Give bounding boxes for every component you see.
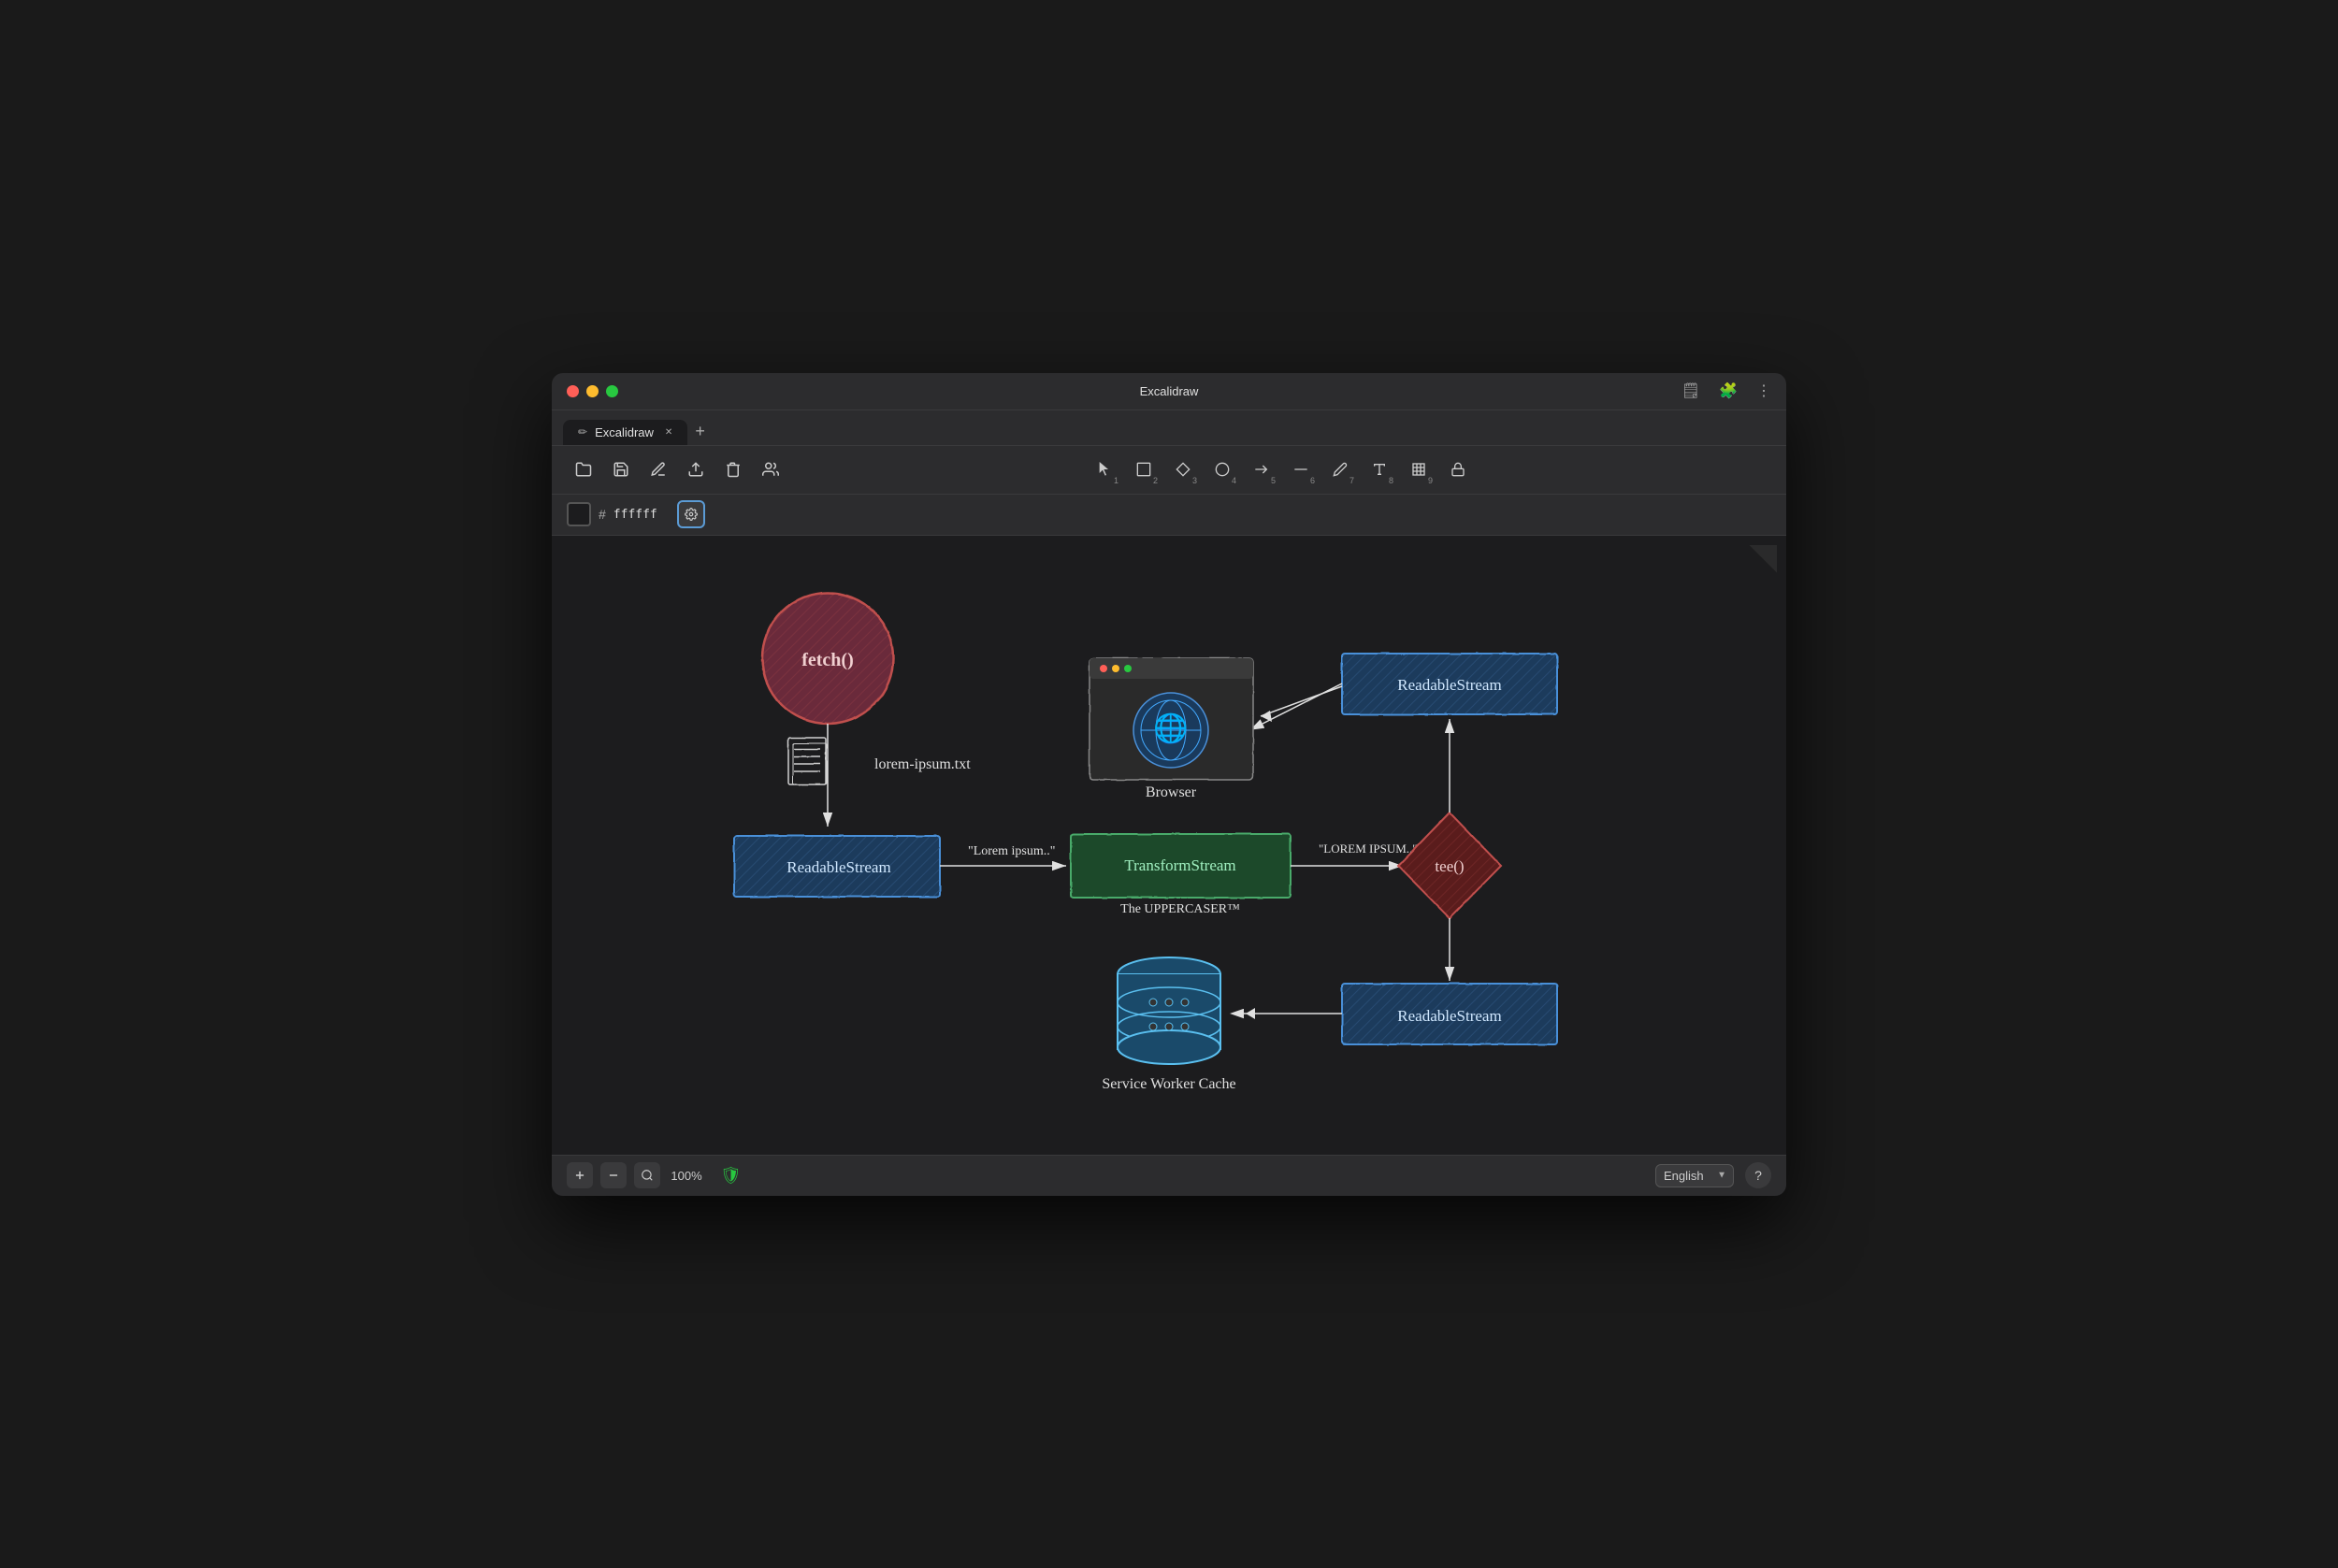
- zoom-out-button[interactable]: [600, 1162, 627, 1188]
- color-picker-row: # ffffff: [552, 495, 1786, 536]
- bottom-right-controls: English Deutsch Español Français 中文 ▼ ?: [1655, 1162, 1771, 1188]
- title-bar-actions: 🗒 🧩 ⋮: [1681, 381, 1771, 400]
- transform-label: TransformStream: [1124, 856, 1235, 874]
- language-selector-wrapper: English Deutsch Español Français 中文 ▼: [1655, 1164, 1734, 1187]
- help-button[interactable]: ?: [1745, 1162, 1771, 1188]
- line-tool[interactable]: 6: [1283, 452, 1319, 487]
- zoom-controls: 100% 🛡: [567, 1162, 742, 1188]
- color-hex-input[interactable]: ffffff: [613, 508, 670, 522]
- color-swatch[interactable]: [567, 502, 591, 526]
- tab-label: Excalidraw: [595, 425, 654, 439]
- hash-symbol: #: [599, 507, 606, 522]
- circle-tool[interactable]: 4: [1205, 452, 1240, 487]
- bottom-bar: 100% 🛡 English Deutsch Español Français …: [552, 1155, 1786, 1196]
- edit-button[interactable]: [642, 453, 675, 486]
- close-button[interactable]: [567, 385, 579, 397]
- more-options-icon[interactable]: ⋮: [1756, 381, 1771, 400]
- readable2-label: ReadableStream: [1397, 676, 1501, 694]
- active-tab[interactable]: ✏ Excalidraw ✕: [563, 420, 687, 445]
- diamond-tool[interactable]: 3: [1165, 452, 1201, 487]
- open-button[interactable]: [567, 453, 600, 486]
- rectangle-tool[interactable]: 2: [1126, 452, 1162, 487]
- collaborate-button[interactable]: [754, 453, 787, 486]
- lorem-caps-label: "LOREM IPSUM..": [1319, 842, 1418, 856]
- language-select[interactable]: English Deutsch Español Français 中文: [1655, 1164, 1734, 1187]
- zoom-fit-button[interactable]: [634, 1162, 660, 1188]
- uppercaser-label: The UPPERCASER™: [1120, 902, 1240, 916]
- cache-label: Service Worker Cache: [1102, 1076, 1235, 1092]
- canvas-area[interactable]: fetch() lorem-ipsum.txt ReadableStream "…: [552, 536, 1786, 1155]
- zoom-level-label: 100%: [668, 1169, 705, 1183]
- new-document-icon[interactable]: 🗒: [1681, 381, 1700, 400]
- delete-button[interactable]: [716, 453, 750, 486]
- svg-text:🌐: 🌐: [1153, 712, 1188, 744]
- save-button[interactable]: [604, 453, 638, 486]
- maximize-button[interactable]: [606, 385, 618, 397]
- browser-label: Browser: [1146, 784, 1197, 800]
- title-bar: Excalidraw 🗒 🧩 ⋮: [552, 373, 1786, 410]
- window-title: Excalidraw: [1140, 384, 1199, 398]
- readable1-label: ReadableStream: [787, 858, 890, 876]
- shield-icon: 🛡: [720, 1166, 742, 1186]
- fetch-label: fetch(): [801, 650, 854, 670]
- tab-icon: ✏: [578, 425, 587, 439]
- minimize-button[interactable]: [586, 385, 599, 397]
- export-button[interactable]: [679, 453, 713, 486]
- color-settings-button[interactable]: [677, 500, 705, 528]
- pencil-tool[interactable]: 7: [1322, 452, 1358, 487]
- mac-window: Excalidraw 🗒 🧩 ⋮ ✏ Excalidraw ✕ +: [552, 373, 1786, 1196]
- select-tool[interactable]: 1: [1087, 452, 1122, 487]
- table-tool[interactable]: 9: [1401, 452, 1436, 487]
- new-tab-button[interactable]: +: [687, 418, 713, 445]
- text-tool[interactable]: 8: [1362, 452, 1397, 487]
- lorem-label: "Lorem ipsum..": [968, 844, 1055, 858]
- diagram-svg: fetch() lorem-ipsum.txt ReadableStream "…: [552, 536, 1786, 1155]
- readable3-label: ReadableStream: [1397, 1007, 1501, 1025]
- traffic-lights: [567, 385, 618, 397]
- tab-bar: ✏ Excalidraw ✕ +: [552, 410, 1786, 446]
- lock-tool[interactable]: [1440, 452, 1476, 487]
- arrow-tool[interactable]: 5: [1244, 452, 1279, 487]
- tool-buttons: 1 2 3 4 5 6 7: [791, 452, 1771, 487]
- extensions-icon[interactable]: 🧩: [1719, 381, 1738, 400]
- zoom-in-button[interactable]: [567, 1162, 593, 1188]
- tab-close-button[interactable]: ✕: [665, 427, 672, 438]
- file-label: lorem-ipsum.txt: [874, 756, 971, 772]
- main-toolbar: 1 2 3 4 5 6 7: [552, 446, 1786, 495]
- tee-label: tee(): [1435, 857, 1464, 875]
